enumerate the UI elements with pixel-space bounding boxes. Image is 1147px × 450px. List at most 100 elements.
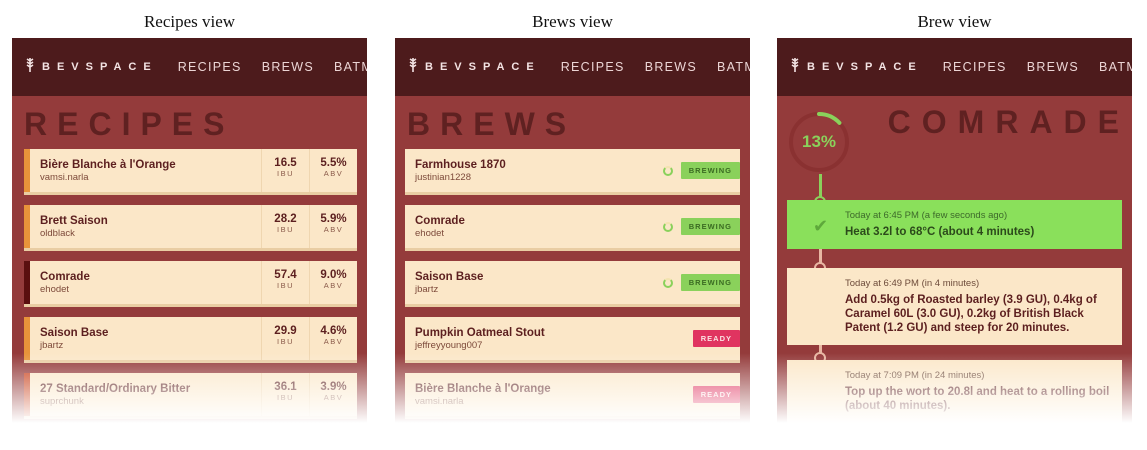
brew-card[interactable]: Comrade ehodet BREWING bbox=[405, 205, 740, 251]
recipe-card[interactable]: Bière Blanche à l'Orange vamsi.narla 16.… bbox=[24, 149, 357, 195]
check-icon: ✔ bbox=[813, 216, 829, 236]
brand-name: BEVSPACE bbox=[425, 61, 541, 73]
caption-brews-view: Brews view bbox=[532, 12, 613, 31]
step-description: Top up the wort to 20.8l and heat to a r… bbox=[845, 386, 1110, 412]
brew-step[interactable]: Today at 6:49 PM (in 4 minutes) Add 0.5k… bbox=[787, 268, 1122, 345]
brand-logo[interactable]: BEVSPACE bbox=[24, 57, 158, 78]
ibu-unit: IBU bbox=[276, 169, 294, 178]
abv-stat: 9.0% ABV bbox=[309, 261, 357, 304]
status-badge: READY bbox=[692, 330, 740, 347]
brews-view-panel: BEVSPACE RECIPES BREWS BATMAN BREWS Farm… bbox=[395, 38, 750, 423]
progress-percent: 13% bbox=[801, 132, 837, 151]
abv-value: 5.5% bbox=[320, 157, 347, 169]
brew-author: vamsi.narla bbox=[415, 395, 464, 407]
brew-author: jeffreyyoung007 bbox=[415, 339, 483, 351]
step-time: Today at 6:49 PM (in 4 minutes) bbox=[845, 278, 980, 289]
ibu-value: 29.9 bbox=[274, 325, 297, 337]
recipe-card[interactable]: 27 Standard/Ordinary Bitter suprchunk 36… bbox=[24, 373, 357, 419]
brand-logo[interactable]: BEVSPACE bbox=[789, 57, 923, 78]
nav-brews[interactable]: BREWS bbox=[262, 60, 314, 74]
brew-card[interactable]: Saison Base jbartz BREWING bbox=[405, 261, 740, 307]
brand-name: BEVSPACE bbox=[42, 61, 158, 73]
ibu-unit: IBU bbox=[276, 281, 294, 290]
ibu-value: 57.4 bbox=[274, 269, 297, 281]
nav-brews[interactable]: BREWS bbox=[1027, 60, 1079, 74]
recipe-card[interactable]: Saison Base jbartz 29.9 IBU 4.6% ABV bbox=[24, 317, 357, 363]
brew-name: Comrade bbox=[415, 214, 465, 227]
brew-author: jbartz bbox=[415, 283, 439, 295]
recipes-view-panel: BEVSPACE RECIPES BREWS BATMAN RECIPES Bi… bbox=[12, 38, 367, 423]
brew-name: Farmhouse 1870 bbox=[415, 158, 506, 171]
recipe-author: jbartz bbox=[40, 339, 64, 351]
brand-name: BEVSPACE bbox=[807, 61, 923, 73]
recipe-name: Saison Base bbox=[40, 326, 109, 339]
ibu-value: 28.2 bbox=[274, 213, 297, 225]
abv-value: 3.9% bbox=[320, 381, 347, 393]
navbar: BEVSPACE RECIPES BREWS BATMAN bbox=[777, 38, 1132, 96]
abv-unit: ABV bbox=[323, 393, 344, 402]
ibu-value: 16.5 bbox=[274, 157, 297, 169]
step-description: Heat 3.2l to 68°C (about 4 minutes) bbox=[845, 226, 1035, 238]
nav-user[interactable]: BATMAN bbox=[717, 60, 750, 74]
navbar: BEVSPACE RECIPES BREWS BATMAN bbox=[395, 38, 750, 96]
step-description: Add 0.5kg of Roasted barley (3.9 GU), 0.… bbox=[845, 294, 1097, 334]
abv-value: 9.0% bbox=[320, 269, 347, 281]
navbar: BEVSPACE RECIPES BREWS BATMAN bbox=[12, 38, 367, 96]
recipe-name: Brett Saison bbox=[40, 214, 108, 227]
ibu-unit: IBU bbox=[276, 225, 294, 234]
brew-card[interactable]: Farmhouse 1870 justinian1228 BREWING bbox=[405, 149, 740, 195]
brew-name: Saison Base bbox=[415, 270, 484, 283]
abv-stat: 5.5% ABV bbox=[309, 149, 357, 192]
brand-logo[interactable]: BEVSPACE bbox=[407, 57, 541, 78]
wheat-icon bbox=[407, 57, 419, 78]
recipe-author: suprchunk bbox=[40, 395, 84, 407]
page-title: RECIPES bbox=[24, 106, 235, 142]
spinner-icon bbox=[662, 165, 673, 176]
status-badge: BREWING bbox=[680, 218, 740, 235]
nav-brews[interactable]: BREWS bbox=[645, 60, 697, 74]
ibu-unit: IBU bbox=[276, 393, 294, 402]
page-title: BREWS bbox=[407, 106, 577, 142]
step-time: Today at 6:45 PM (a few seconds ago) bbox=[845, 210, 1008, 221]
ibu-unit: IBU bbox=[276, 337, 294, 346]
brew-view-panel: BEVSPACE RECIPES BREWS BATMAN 13% COMRAD… bbox=[777, 38, 1132, 423]
brew-list: Farmhouse 1870 justinian1228 BREWING Com… bbox=[395, 149, 750, 419]
abv-value: 5.9% bbox=[320, 213, 347, 225]
recipe-author: vamsi.narla bbox=[40, 171, 89, 183]
progress-ring: 13% bbox=[787, 110, 851, 174]
timeline-progress-line bbox=[819, 174, 822, 198]
ibu-stat: 16.5 IBU bbox=[261, 149, 309, 192]
step-time: Today at 7:09 PM (in 24 minutes) bbox=[845, 370, 985, 381]
brew-step[interactable]: Today at 7:09 PM (in 24 minutes) Top up … bbox=[787, 360, 1122, 423]
recipe-name: Bière Blanche à l'Orange bbox=[40, 158, 176, 171]
status-badge: BREWING bbox=[680, 274, 740, 291]
status-badge: BREWING bbox=[680, 162, 740, 179]
ibu-stat: 57.4 IBU bbox=[261, 261, 309, 304]
brew-card[interactable]: Pumpkin Oatmeal Stout jeffreyyoung007 RE… bbox=[405, 317, 740, 363]
brew-author: ehodet bbox=[415, 227, 445, 239]
ibu-stat: 28.2 IBU bbox=[261, 205, 309, 248]
ibu-stat: 29.9 IBU bbox=[261, 317, 309, 360]
nav-recipes[interactable]: RECIPES bbox=[178, 60, 242, 74]
abv-stat: 5.9% ABV bbox=[309, 205, 357, 248]
ibu-stat: 36.1 IBU bbox=[261, 373, 309, 416]
brew-name: Bière Blanche à l'Orange bbox=[415, 382, 551, 395]
caption-brew-view: Brew view bbox=[917, 12, 992, 31]
brew-card[interactable]: Bière Blanche à l'Orange vamsi.narla REA… bbox=[405, 373, 740, 419]
brew-step[interactable]: ✔ Today at 6:45 PM (a few seconds ago) H… bbox=[787, 200, 1122, 249]
status-badge: READY bbox=[692, 386, 740, 403]
abv-value: 4.6% bbox=[320, 325, 347, 337]
recipe-card[interactable]: Brett Saison oldblack 28.2 IBU 5.9% ABV bbox=[24, 205, 357, 251]
nav-recipes[interactable]: RECIPES bbox=[943, 60, 1007, 74]
nav-user[interactable]: BATMAN bbox=[1099, 60, 1132, 74]
recipe-card[interactable]: Comrade ehodet 57.4 IBU 9.0% ABV bbox=[24, 261, 357, 307]
nav-user[interactable]: BATMAN bbox=[334, 60, 367, 74]
recipe-list: Bière Blanche à l'Orange vamsi.narla 16.… bbox=[12, 149, 367, 419]
brew-name: Pumpkin Oatmeal Stout bbox=[415, 326, 545, 339]
wheat-icon bbox=[789, 57, 801, 78]
abv-stat: 4.6% ABV bbox=[309, 317, 357, 360]
recipe-name: 27 Standard/Ordinary Bitter bbox=[40, 382, 191, 395]
abv-unit: ABV bbox=[323, 281, 344, 290]
nav-recipes[interactable]: RECIPES bbox=[561, 60, 625, 74]
abv-unit: ABV bbox=[323, 169, 344, 178]
